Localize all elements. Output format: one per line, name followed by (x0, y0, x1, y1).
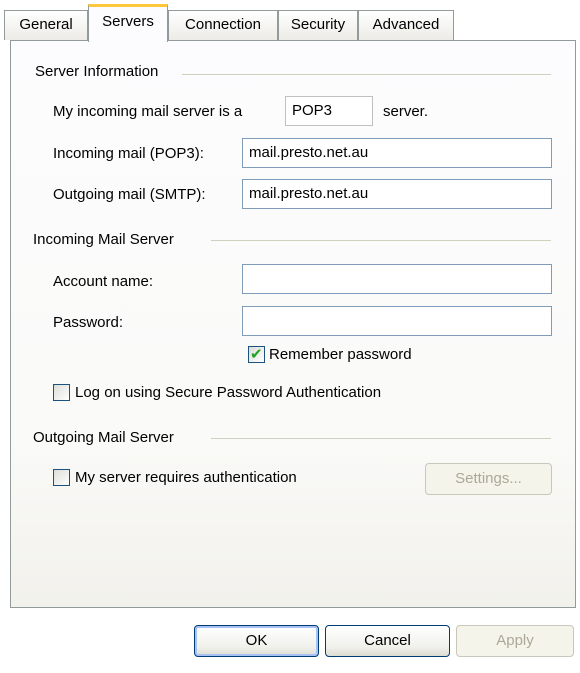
password-label: Password: (53, 314, 124, 331)
tab-connection[interactable]: Connection (168, 10, 278, 40)
incoming-server-type-display: POP3 (285, 96, 373, 126)
cancel-button[interactable]: Cancel (325, 625, 450, 657)
spa-label[interactable]: Log on using Secure Password Authenticat… (75, 384, 381, 401)
settings-button[interactable]: Settings... (425, 463, 552, 495)
outgoing-mail-server-heading: Outgoing Mail Server (33, 429, 174, 446)
account-name-input[interactable] (242, 264, 552, 294)
tab-servers[interactable]: Servers (88, 4, 168, 42)
tab-general[interactable]: General (4, 10, 88, 40)
ok-button[interactable]: OK (194, 625, 319, 657)
remember-password-checkbox[interactable]: ✔ (248, 345, 265, 363)
outgoing-mail-label: Outgoing mail (SMTP): (53, 186, 206, 203)
incoming-server-type-prefix: My incoming mail server is a (53, 103, 243, 120)
server-information-divider (182, 74, 551, 75)
account-properties-dialog: General Servers Connection Security Adva… (0, 0, 580, 673)
tab-advanced[interactable]: Advanced (358, 10, 454, 40)
smtp-auth-checkbox[interactable] (53, 469, 70, 486)
checkmark-icon: ✔ (250, 345, 263, 363)
servers-panel: Server Information My incoming mail serv… (10, 40, 576, 608)
apply-button[interactable]: Apply (456, 625, 574, 657)
incoming-server-type-suffix: server. (383, 103, 429, 120)
outgoing-mail-server-divider (211, 438, 551, 439)
smtp-auth-label[interactable]: My server requires authentication (75, 469, 297, 486)
spa-checkbox[interactable] (53, 384, 70, 401)
tab-security[interactable]: Security (278, 10, 358, 40)
server-information-heading: Server Information (35, 63, 159, 80)
account-name-label: Account name: (53, 273, 154, 290)
remember-password-label[interactable]: Remember password (269, 346, 412, 363)
outgoing-mail-server-input[interactable]: mail.presto.net.au (242, 179, 552, 209)
incoming-mail-server-heading: Incoming Mail Server (33, 231, 174, 248)
password-input[interactable] (242, 306, 552, 336)
incoming-mail-server-divider (211, 240, 551, 241)
incoming-mail-server-input[interactable]: mail.presto.net.au (242, 138, 552, 168)
tab-strip: General Servers Connection Security Adva… (0, 0, 580, 42)
incoming-mail-label: Incoming mail (POP3): (53, 145, 204, 162)
